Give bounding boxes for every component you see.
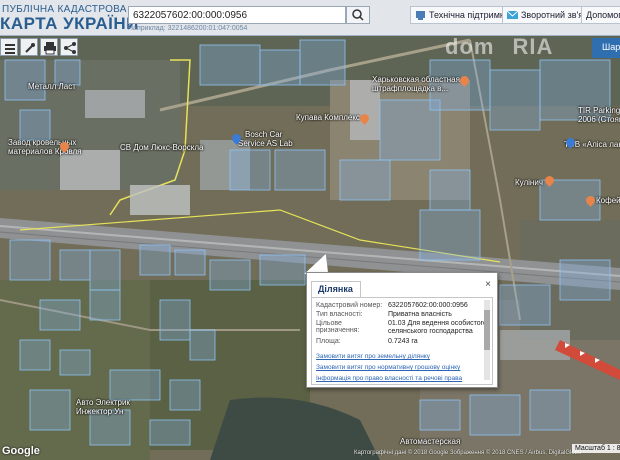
watermark-right: RIA <box>512 34 554 59</box>
map-label: Кулінич <box>515 178 543 187</box>
menu-button[interactable] <box>0 38 18 56</box>
support-button[interactable]: Технічна підтримка <box>410 6 515 24</box>
map-label: Металл Ласт <box>28 82 76 91</box>
map-label: Авто Электрик <box>76 398 130 407</box>
search-icon <box>352 9 364 21</box>
layers-button[interactable]: Шари <box>592 38 620 58</box>
close-icon[interactable]: × <box>485 279 491 290</box>
map-label: Харьковская областная <box>372 75 460 84</box>
print-icon <box>44 42 56 55</box>
watermark-logo: dom RIA <box>445 34 553 60</box>
map-label: Service AS Lab <box>238 139 293 148</box>
link-valuation-extract[interactable]: Замовити витяг про нормативну грошову оц… <box>316 364 460 371</box>
map-label: 2006 (Стоянк <box>578 115 620 124</box>
link-ownership-info[interactable]: Інформація про право власності та речові… <box>316 375 462 382</box>
search-hint: Наприклад: 3221486200:01:047:0054 <box>128 25 248 32</box>
popup-scrollbar[interactable] <box>484 300 490 380</box>
map-label: TIR Parking 24 <box>578 106 620 115</box>
map-label: Bosch Car <box>245 130 283 139</box>
map-label: материалов Кровля <box>8 147 82 156</box>
help-button[interactable]: Допомога <box>581 6 620 24</box>
map-label: Кофей <box>596 196 620 205</box>
map-label: Купава Комплекс <box>296 113 360 122</box>
parcel-info-popup: Ділянка × Кадастровий номер: 6322057602:… <box>306 272 498 388</box>
popup-body: Кадастровий номер: 6322057602:00:000:095… <box>311 297 493 385</box>
tools-button[interactable] <box>20 38 38 56</box>
google-logo: Google <box>2 445 40 457</box>
support-icon <box>416 11 425 20</box>
share-icon <box>64 42 76 54</box>
map-label: СВ Дом Люкс-Ворскла <box>120 143 204 152</box>
map-toolbar <box>0 38 78 58</box>
mail-icon <box>507 10 518 19</box>
logo-line2: КАРТА УКРАЇНИ <box>0 14 139 33</box>
print-button[interactable] <box>40 38 58 56</box>
cadastral-search-input[interactable]: 6322057602:00:000:0956 <box>128 6 346 24</box>
tools-icon <box>25 43 35 53</box>
map-imagery <box>0 0 620 460</box>
header: ПУБЛІЧНА КАДАСТРОВА КАРТА УКРАЇНИ 632205… <box>0 0 620 36</box>
layers-label: Шари <box>602 42 620 52</box>
menu-icon <box>5 44 15 54</box>
scale-indicator: Масштаб 1 : 8 <box>572 444 620 453</box>
copyright-text: Картографічні дані © 2018 Google Зображе… <box>354 450 582 456</box>
tab-parcel[interactable]: Ділянка <box>311 281 361 297</box>
search-button[interactable] <box>346 6 370 24</box>
map-label: Инжектор Ун <box>76 407 124 416</box>
map-label: Автомастерская <box>400 437 461 446</box>
link-parcel-extract[interactable]: Замовити витяг про земельну ділянку <box>316 353 430 360</box>
satellite-map[interactable] <box>0 0 620 460</box>
map-label: штрафплощадка в... <box>372 84 449 93</box>
share-button[interactable] <box>60 38 78 56</box>
watermark-left: dom <box>445 34 495 59</box>
